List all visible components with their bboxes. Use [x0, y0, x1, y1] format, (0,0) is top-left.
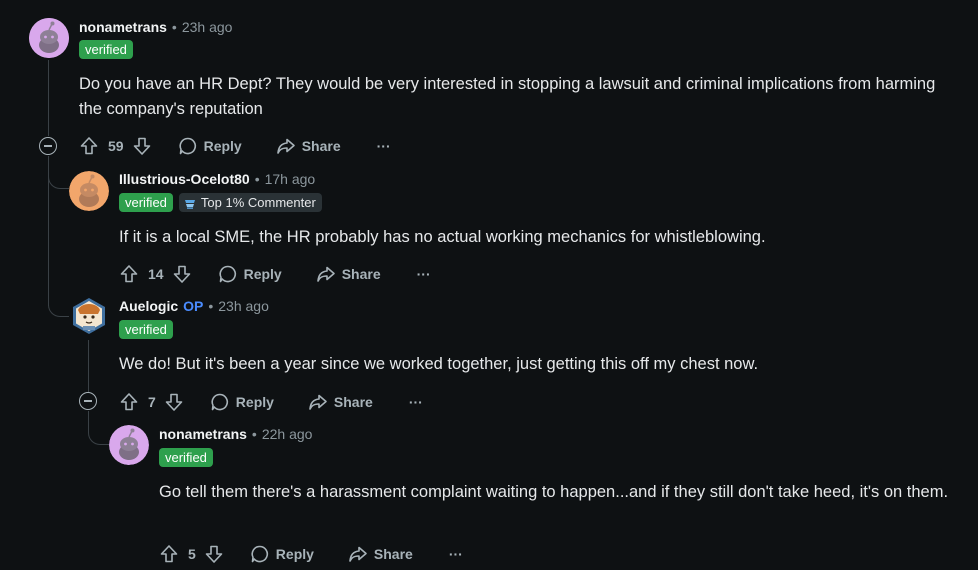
upvote-icon[interactable]	[119, 264, 139, 284]
share-icon	[349, 546, 367, 562]
reply-icon	[179, 137, 196, 155]
vote-score: 59	[108, 138, 124, 154]
upvote-button[interactable]	[119, 392, 139, 412]
upvote-button[interactable]	[79, 136, 99, 156]
share-icon	[276, 138, 295, 154]
vote-score: 14	[148, 266, 164, 282]
more-icon[interactable]: ···	[449, 546, 463, 562]
more-icon[interactable]: ···	[417, 266, 431, 282]
thread-connector	[48, 160, 69, 189]
thread-line	[88, 340, 89, 392]
comment-body: Go tell them there's a harassment compla…	[159, 483, 949, 501]
comment-time[interactable]: 22h ago	[262, 426, 313, 442]
reply-label: Reply	[203, 138, 242, 154]
share-label: Share	[301, 138, 341, 154]
op-badge: OP	[183, 298, 204, 314]
share-button[interactable]: Share	[316, 264, 381, 284]
comment-author[interactable]: nonametrans	[79, 19, 167, 35]
reply-icon	[211, 393, 228, 411]
share-label: Share	[373, 546, 413, 562]
downvote-button[interactable]	[204, 544, 224, 564]
more-icon[interactable]: ···	[377, 138, 391, 154]
avatar[interactable]	[69, 296, 109, 336]
comment-author[interactable]: nonametrans	[159, 426, 247, 442]
trophy-icon	[184, 199, 195, 209]
top-commenter-label: Top 1% Commenter	[200, 195, 316, 210]
share-label: Share	[333, 394, 373, 410]
comment-time[interactable]: 17h ago	[265, 171, 316, 187]
verified-badge: verified	[159, 448, 213, 467]
comment-body: We do! But it's been a year since we wor…	[119, 355, 759, 373]
upvote-icon[interactable]	[119, 392, 139, 412]
more-icon[interactable]: ···	[409, 394, 423, 410]
comment-body: If it is a local SME, the HR probably ha…	[119, 228, 766, 246]
downvote-icon[interactable]	[172, 264, 192, 284]
thread-line	[48, 60, 49, 136]
share-button[interactable]: Share	[348, 544, 413, 564]
comment-actions: 5 Reply Share ···	[159, 542, 463, 566]
vote-score: 5	[188, 546, 196, 562]
downvote-button[interactable]	[172, 264, 192, 284]
verified-badge: verified	[119, 320, 173, 339]
share-icon	[309, 394, 327, 410]
share-icon	[316, 266, 335, 282]
reply-label: Reply	[243, 266, 282, 282]
comment-time[interactable]: 23h ago	[182, 19, 233, 35]
reply-button[interactable]: Reply	[218, 264, 282, 284]
reply-button[interactable]: Reply	[210, 392, 274, 412]
reply-button[interactable]: Reply	[250, 544, 314, 564]
comment-actions: 59 Reply Share ···	[79, 134, 391, 158]
thread-connector	[48, 290, 69, 317]
reply-icon	[251, 545, 268, 563]
downvote-button[interactable]	[164, 392, 184, 412]
separator: •	[251, 426, 257, 442]
verified-badge: verified	[119, 193, 173, 212]
comment-actions: 7 Reply Share ···	[119, 390, 423, 414]
collapse-icon[interactable]	[79, 392, 97, 410]
downvote-icon[interactable]	[132, 136, 152, 156]
reply-label: Reply	[235, 394, 274, 410]
comment-actions: 14 Reply Share ···	[119, 262, 431, 286]
comment-author[interactable]: Illustrious-Ocelot80	[119, 171, 250, 187]
upvote-button[interactable]	[159, 544, 179, 564]
top-commenter-badge: Top 1% Commenter	[178, 193, 322, 212]
downvote-button[interactable]	[132, 136, 152, 156]
avatar[interactable]	[69, 171, 109, 211]
avatar[interactable]	[109, 425, 149, 465]
thread-connector	[88, 418, 109, 445]
upvote-icon[interactable]	[79, 136, 99, 156]
reply-button[interactable]: Reply	[178, 136, 242, 156]
vote-score: 7	[148, 394, 156, 410]
comment-author[interactable]: Auelogic	[119, 298, 178, 314]
comment-body: Do you have an HR Dept? They would be ve…	[79, 75, 936, 118]
upvote-button[interactable]	[119, 264, 139, 284]
separator: •	[254, 171, 260, 187]
share-button[interactable]: Share	[276, 136, 341, 156]
downvote-icon[interactable]	[204, 544, 224, 564]
verified-badge: verified	[79, 40, 133, 59]
downvote-icon[interactable]	[164, 392, 184, 412]
reply-icon	[219, 265, 236, 283]
collapse-icon[interactable]	[39, 137, 57, 155]
avatar[interactable]	[29, 18, 69, 58]
separator: •	[171, 19, 177, 35]
comment-time[interactable]: 23h ago	[218, 298, 269, 314]
share-button[interactable]: Share	[308, 392, 373, 412]
separator: •	[208, 298, 214, 314]
upvote-icon[interactable]	[159, 544, 179, 564]
share-label: Share	[341, 266, 381, 282]
reply-label: Reply	[275, 546, 314, 562]
